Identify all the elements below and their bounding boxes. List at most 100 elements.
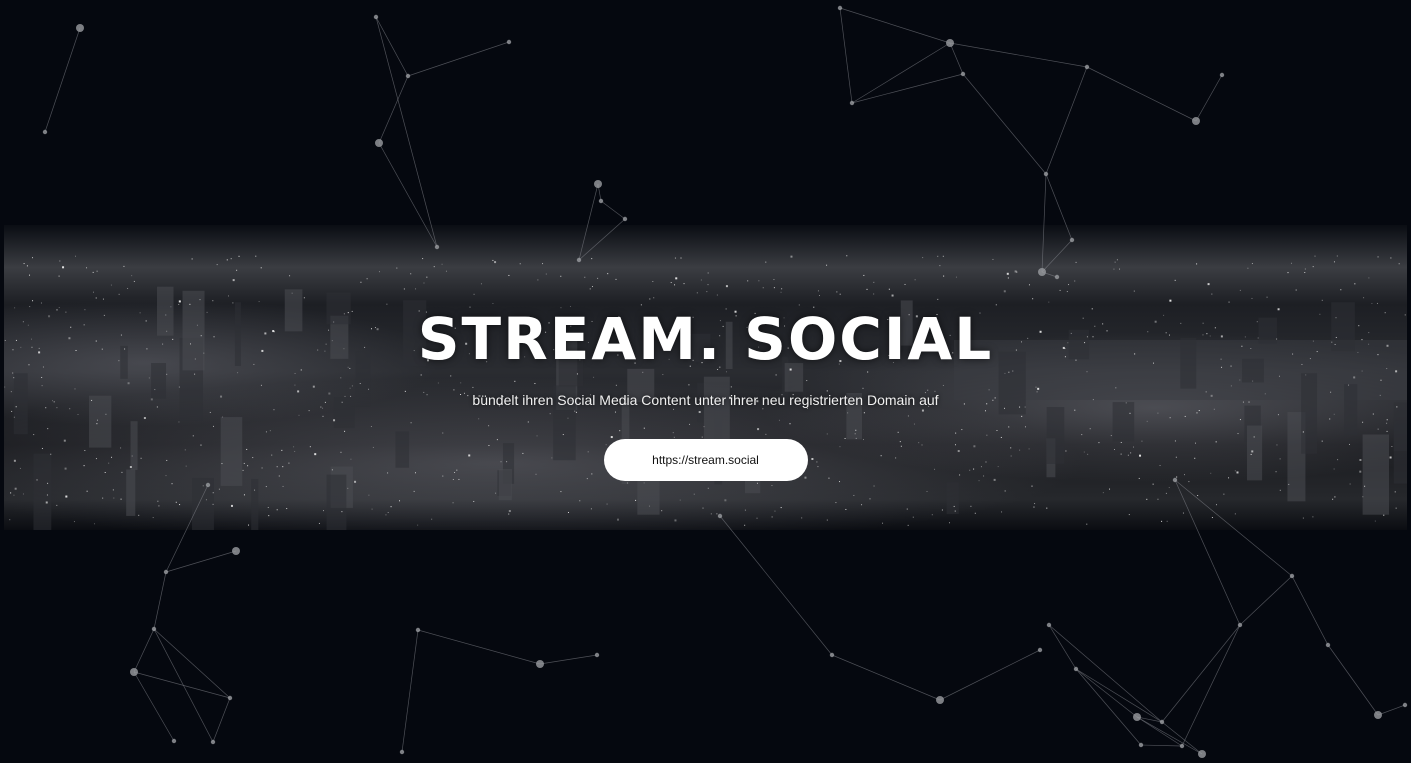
city-light (1362, 496, 1364, 498)
city-light (473, 293, 475, 295)
city-light (9, 519, 11, 521)
city-light (47, 482, 49, 484)
network-line (133, 628, 155, 673)
city-light (891, 294, 894, 297)
city-light (248, 524, 250, 526)
city-light (716, 294, 718, 296)
network-line (1045, 66, 1088, 175)
city-light (191, 258, 193, 260)
city-light (494, 261, 497, 264)
city-light (1390, 257, 1392, 259)
city-light (1031, 485, 1033, 487)
city-light (861, 504, 863, 506)
city-light (1007, 277, 1009, 279)
network-node (1133, 713, 1141, 721)
city-light (648, 505, 650, 507)
city-light (591, 286, 593, 288)
network-line (133, 671, 231, 699)
city-light (46, 494, 48, 496)
city-light (926, 490, 928, 492)
city-light (212, 503, 214, 505)
city-light (781, 288, 783, 290)
city-light (205, 499, 207, 501)
city-light (92, 291, 94, 293)
city-light (912, 516, 914, 518)
city-light (29, 274, 31, 276)
city-light (616, 518, 619, 521)
network-line (1377, 704, 1406, 716)
city-light (589, 288, 591, 290)
city-light (118, 293, 120, 295)
network-line (1161, 721, 1203, 755)
network-line (1048, 624, 1077, 670)
city-light (724, 499, 727, 502)
city-light (445, 270, 447, 272)
city-light (1247, 267, 1249, 269)
city-light (853, 494, 855, 496)
city-light (643, 482, 645, 484)
city-light (508, 510, 511, 513)
city-light (1211, 517, 1213, 519)
city-light (1066, 291, 1068, 293)
city-light (866, 288, 868, 290)
city-light (92, 271, 94, 273)
city-light (653, 297, 655, 299)
city-light (674, 519, 677, 522)
network-node (42, 129, 48, 135)
network-node (1037, 647, 1043, 653)
city-light (1114, 261, 1116, 263)
city-light (661, 510, 663, 512)
city-light (366, 278, 368, 280)
network-line (1195, 74, 1223, 122)
city-light (675, 277, 678, 280)
city-light (949, 522, 951, 524)
city-light (591, 258, 593, 260)
city-light (954, 510, 956, 512)
city-light (873, 485, 875, 487)
city-light (492, 259, 494, 261)
network-line (539, 654, 598, 665)
city-light (747, 280, 749, 282)
network-node (946, 39, 954, 47)
city-light (1068, 284, 1070, 286)
city-light (1119, 268, 1121, 270)
city-light (23, 263, 25, 265)
city-light (396, 267, 398, 269)
city-light (86, 490, 88, 492)
city-light (417, 524, 419, 526)
city-light (744, 509, 746, 511)
city-light (839, 481, 841, 483)
network-line (1086, 66, 1197, 122)
city-light (1028, 284, 1030, 286)
city-light (1377, 256, 1379, 258)
city-light (873, 293, 875, 295)
city-light (423, 282, 425, 284)
network-line (44, 27, 81, 133)
city-light (931, 514, 933, 516)
city-light (62, 266, 65, 269)
stream-social-link-button[interactable]: https://stream.social (603, 439, 808, 481)
city-light (341, 511, 343, 513)
network-node (151, 626, 157, 632)
city-light (1174, 279, 1176, 281)
city-light (1003, 290, 1006, 293)
city-light (138, 514, 140, 516)
city-light (652, 280, 654, 282)
city-light (123, 265, 125, 267)
city-light (762, 287, 764, 289)
city-light (1046, 507, 1048, 509)
hero-title: STREAM. SOCIAL (417, 305, 994, 373)
city-light (1109, 488, 1111, 490)
city-light (95, 297, 97, 299)
city-light (683, 283, 685, 285)
network-node (1325, 642, 1331, 648)
city-light (702, 507, 704, 509)
city-light (1016, 271, 1018, 273)
city-light (1033, 506, 1035, 508)
network-line (1075, 668, 1138, 718)
city-light (1363, 297, 1365, 299)
city-light (1075, 261, 1077, 263)
city-light (508, 513, 510, 515)
network-node (1198, 750, 1206, 758)
city-light (836, 291, 838, 293)
